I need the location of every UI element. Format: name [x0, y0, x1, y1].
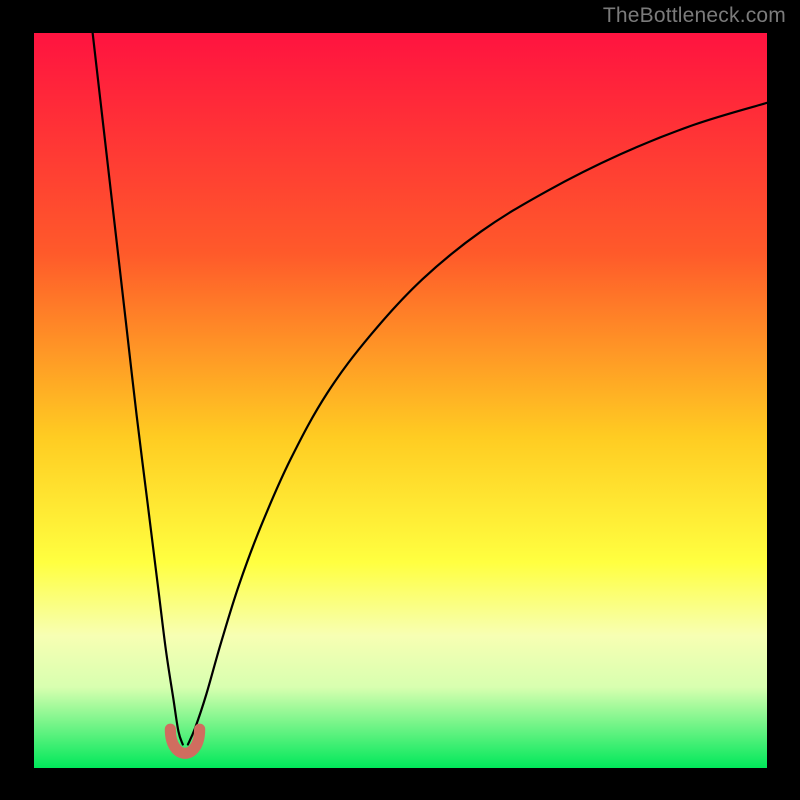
bottleneck-chart [0, 0, 800, 800]
watermark-label: TheBottleneck.com [603, 4, 786, 28]
plot-gradient-background [34, 33, 767, 768]
app-frame: TheBottleneck.com [0, 0, 800, 800]
